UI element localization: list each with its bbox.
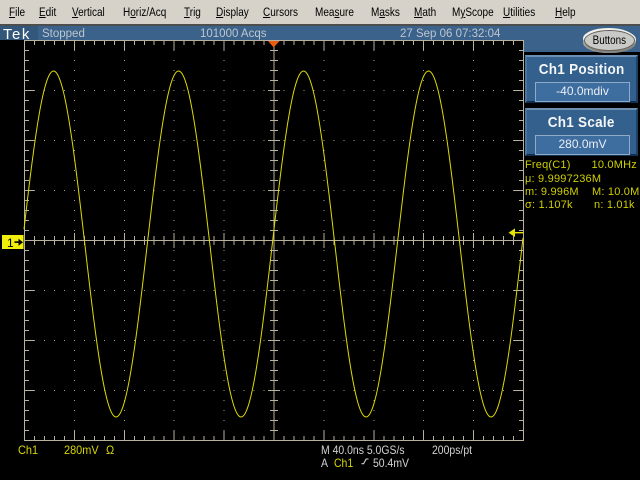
- svg-text:1: 1: [7, 236, 14, 250]
